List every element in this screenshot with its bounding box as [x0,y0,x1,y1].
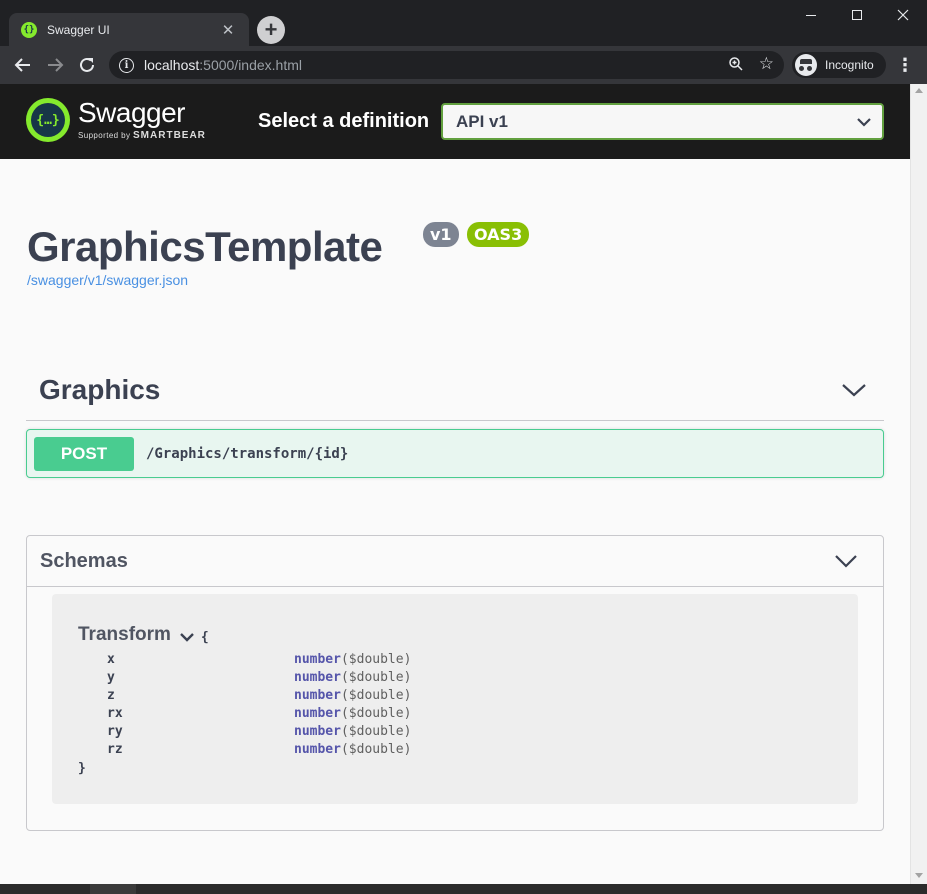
model-open-brace: { [200,629,209,645]
swagger-logo[interactable]: {…} Swagger Supported by SMARTBEAR [26,98,206,142]
tab-close-icon[interactable]: ✕ [219,21,237,39]
property-format: ($double) [340,669,412,685]
property-name: ry [107,723,123,739]
method-badge: POST [34,436,134,471]
property-row: y number ($double) [107,668,411,686]
definition-select[interactable]: API v1 [441,103,884,140]
star-icon[interactable]: ☆ [759,54,774,74]
kebab-menu-icon[interactable]: ⋮ [895,54,915,76]
property-type: number [294,651,341,667]
schemas-section: Schemas Transform { x number ($double) y… [26,535,884,831]
reload-button[interactable] [75,53,99,77]
chevron-down-icon [857,117,871,127]
model-transform: Transform { x number ($double) y number … [52,594,858,804]
incognito-label: Incognito [825,58,874,72]
window-maximize-button[interactable] [833,0,881,30]
property-type: number [294,687,341,703]
definition-select-value: API v1 [456,111,508,131]
url-path: :5000/index.html [199,57,302,73]
chevron-down-icon[interactable] [179,631,195,643]
property-name: x [107,651,115,667]
schemas-header[interactable]: Schemas [27,536,883,587]
info-icon[interactable]: i [119,57,134,73]
forward-button[interactable] [43,53,67,77]
property-name: rz [107,741,123,757]
reload-icon [80,57,94,72]
property-format: ($double) [340,687,412,703]
property-row: x number ($double) [107,650,411,668]
swagger-favicon-icon: {} [21,22,37,38]
chevron-down-icon[interactable] [833,552,859,570]
vertical-scrollbar[interactable] [910,84,927,884]
zoom-icon[interactable] [728,56,744,76]
logo-supported-by: Supported by [78,131,131,140]
minimize-icon [806,14,816,16]
property-type: number [294,705,341,721]
back-button[interactable] [11,53,35,77]
property-name: z [107,687,115,703]
close-icon [897,9,909,21]
property-format: ($double) [340,705,412,721]
operation-path: /Graphics/transform/{id} [146,445,349,462]
browser-tab[interactable]: {} Swagger UI ✕ [9,13,249,47]
scroll-up-icon[interactable] [915,88,923,93]
incognito-icon [795,54,817,76]
browser-tabstrip: {} Swagger UI ✕ + [0,0,927,47]
property-format: ($double) [340,651,412,667]
taskbar-item[interactable] [90,884,136,894]
operation-post-transform[interactable]: POST /Graphics/transform/{id} [26,429,884,478]
property-format: ($double) [340,741,412,757]
property-type: number [294,723,341,739]
oas-badge: OAS3 [467,222,530,247]
logo-company: SMARTBEAR [133,130,206,141]
model-header[interactable]: Transform { [78,624,209,646]
model-close-brace: } [78,761,86,776]
new-tab-button[interactable]: + [257,16,285,44]
property-format: ($double) [340,723,412,739]
forward-arrow-icon [48,58,64,72]
version-badge: v1 [423,222,459,247]
property-row: ry number ($double) [107,722,411,740]
property-row: rz number ($double) [107,740,411,758]
schemas-title: Schemas [40,549,128,572]
os-taskbar [0,884,927,894]
browser-toolbar: i localhost:5000/index.html ☆ Incognito … [0,46,927,84]
maximize-icon [852,10,862,20]
chevron-down-icon[interactable] [839,380,869,400]
property-name: rx [107,705,123,721]
property-row: rx number ($double) [107,704,411,722]
api-info: GraphicsTemplate v1 OAS3 /swagger/v1/swa… [27,219,530,288]
model-properties: x number ($double) y number ($double) z … [107,650,411,758]
definition-select-label: Select a definition [258,110,430,132]
swagger-topbar: {…} Swagger Supported by SMARTBEAR Selec… [0,84,910,159]
window-minimize-button[interactable] [787,0,835,30]
window-close-button[interactable] [879,0,927,30]
property-row: z number ($double) [107,686,411,704]
model-name: Transform [78,624,171,645]
incognito-indicator[interactable]: Incognito [792,52,886,78]
url-text[interactable]: localhost:5000/index.html [144,57,302,73]
page-viewport: {…} Swagger Supported by SMARTBEAR Selec… [0,84,927,884]
tag-header[interactable]: Graphics [26,360,884,421]
back-arrow-icon [14,58,30,72]
scroll-down-icon[interactable] [915,873,923,878]
tag-section-graphics: Graphics [26,360,884,421]
page-title: GraphicsTemplate [27,223,383,270]
tag-name: Graphics [39,374,161,405]
logo-name: Swagger [78,97,186,128]
property-type: number [294,669,341,685]
swagger-logo-icon: {…} [26,98,70,142]
url-host: localhost [144,57,200,73]
property-name: y [107,669,115,685]
logo-tagline: Supported by SMARTBEAR [78,130,206,141]
address-bar[interactable]: i localhost:5000/index.html ☆ [109,51,784,79]
tab-title: Swagger UI [47,23,110,37]
property-type: number [294,741,341,757]
